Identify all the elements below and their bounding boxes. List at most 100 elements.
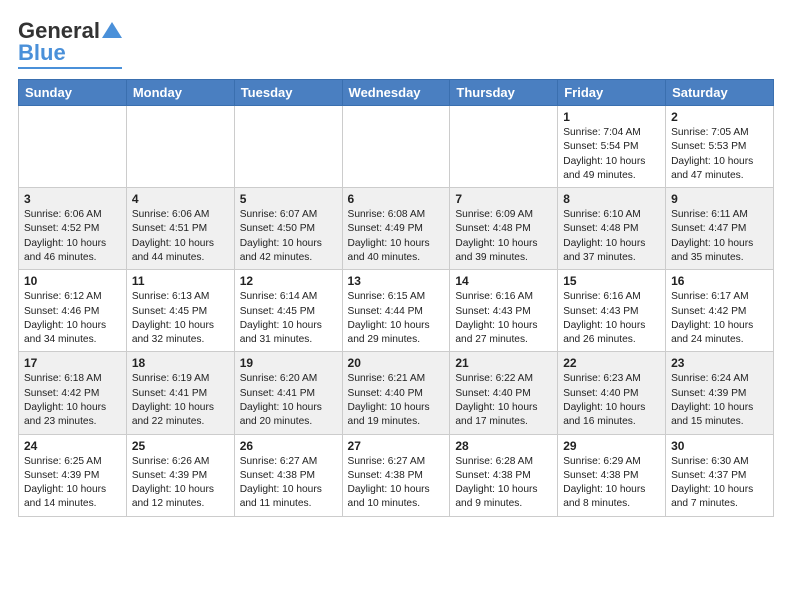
calendar-week-row: 1 Sunrise: 7:04 AM Sunset: 5:54 PM Daylig…: [19, 106, 774, 188]
logo-icon: [102, 22, 122, 38]
logo-underline: [18, 67, 122, 69]
weekday-header: Wednesday: [342, 80, 450, 106]
calendar-header-row: SundayMondayTuesdayWednesdayThursdayFrid…: [19, 80, 774, 106]
day-info: Sunrise: 6:22 AM Sunset: 4:40 PM Dayligh…: [455, 372, 552, 429]
day-info: Sunrise: 6:15 AM Sunset: 4:44 PM Dayligh…: [348, 290, 445, 347]
calendar-cell: 14 Sunrise: 6:16 AM Sunset: 4:43 PM Dayli…: [450, 270, 558, 352]
calendar: SundayMondayTuesdayWednesdayThursdayFrid…: [18, 79, 774, 517]
weekday-header: Saturday: [666, 80, 774, 106]
calendar-cell: 1 Sunrise: 7:04 AM Sunset: 5:54 PM Daylig…: [558, 106, 666, 188]
day-info: Sunrise: 6:16 AM Sunset: 4:43 PM Dayligh…: [455, 290, 552, 347]
day-info: Sunrise: 6:13 AM Sunset: 4:45 PM Dayligh…: [132, 290, 229, 347]
day-info: Sunrise: 6:18 AM Sunset: 4:42 PM Dayligh…: [24, 372, 121, 429]
calendar-cell: 5 Sunrise: 6:07 AM Sunset: 4:50 PM Daylig…: [234, 188, 342, 270]
calendar-cell: 4 Sunrise: 6:06 AM Sunset: 4:51 PM Daylig…: [126, 188, 234, 270]
day-number: 11: [132, 274, 229, 288]
page: General Blue SundayMondayTuesdayWednesda…: [0, 0, 792, 612]
day-info: Sunrise: 6:23 AM Sunset: 4:40 PM Dayligh…: [563, 372, 660, 429]
day-number: 25: [132, 439, 229, 453]
day-number: 9: [671, 192, 768, 206]
calendar-cell: 9 Sunrise: 6:11 AM Sunset: 4:47 PM Daylig…: [666, 188, 774, 270]
weekday-header: Thursday: [450, 80, 558, 106]
calendar-cell: 18 Sunrise: 6:19 AM Sunset: 4:41 PM Dayli…: [126, 352, 234, 434]
day-number: 3: [24, 192, 121, 206]
day-info: Sunrise: 6:10 AM Sunset: 4:48 PM Dayligh…: [563, 208, 660, 265]
day-number: 21: [455, 356, 552, 370]
calendar-cell: 24 Sunrise: 6:25 AM Sunset: 4:39 PM Dayli…: [19, 434, 127, 516]
day-info: Sunrise: 7:04 AM Sunset: 5:54 PM Dayligh…: [563, 126, 660, 183]
day-info: Sunrise: 6:11 AM Sunset: 4:47 PM Dayligh…: [671, 208, 768, 265]
calendar-cell: 10Sunrise: 6:12 AM Sunset: 4:46 PM Dayli…: [19, 270, 127, 352]
day-number: 24: [24, 439, 121, 453]
calendar-cell: 20 Sunrise: 6:21 AM Sunset: 4:40 PM Dayli…: [342, 352, 450, 434]
weekday-header: Friday: [558, 80, 666, 106]
day-number: 27: [348, 439, 445, 453]
day-number: 13: [348, 274, 445, 288]
day-info: Sunrise: 6:14 AM Sunset: 4:45 PM Dayligh…: [240, 290, 337, 347]
calendar-cell: 25 Sunrise: 6:26 AM Sunset: 4:39 PM Dayli…: [126, 434, 234, 516]
day-number: 23: [671, 356, 768, 370]
day-number: 22: [563, 356, 660, 370]
calendar-cell: [450, 106, 558, 188]
day-info: Sunrise: 6:06 AM Sunset: 4:51 PM Dayligh…: [132, 208, 229, 265]
day-info: Sunrise: 6:09 AM Sunset: 4:48 PM Dayligh…: [455, 208, 552, 265]
day-info: Sunrise: 6:19 AM Sunset: 4:41 PM Dayligh…: [132, 372, 229, 429]
day-info: Sunrise: 6:24 AM Sunset: 4:39 PM Dayligh…: [671, 372, 768, 429]
day-number: 4: [132, 192, 229, 206]
day-info: Sunrise: 6:07 AM Sunset: 4:50 PM Dayligh…: [240, 208, 337, 265]
calendar-cell: 23 Sunrise: 6:24 AM Sunset: 4:39 PM Dayli…: [666, 352, 774, 434]
day-info: Sunrise: 6:06 AM Sunset: 4:52 PM Dayligh…: [24, 208, 121, 265]
calendar-cell: 22 Sunrise: 6:23 AM Sunset: 4:40 PM Dayli…: [558, 352, 666, 434]
day-number: 2: [671, 110, 768, 124]
calendar-cell: 2 Sunrise: 7:05 AM Sunset: 5:53 PM Daylig…: [666, 106, 774, 188]
day-number: 10: [24, 274, 121, 288]
day-number: 6: [348, 192, 445, 206]
day-number: 15: [563, 274, 660, 288]
calendar-week-row: 10Sunrise: 6:12 AM Sunset: 4:46 PM Dayli…: [19, 270, 774, 352]
day-info: Sunrise: 6:27 AM Sunset: 4:38 PM Dayligh…: [348, 455, 445, 512]
calendar-cell: [19, 106, 127, 188]
day-number: 29: [563, 439, 660, 453]
calendar-cell: [234, 106, 342, 188]
day-info: Sunrise: 6:21 AM Sunset: 4:40 PM Dayligh…: [348, 372, 445, 429]
calendar-cell: [126, 106, 234, 188]
day-number: 17: [24, 356, 121, 370]
weekday-header: Sunday: [19, 80, 127, 106]
calendar-cell: 16 Sunrise: 6:17 AM Sunset: 4:42 PM Dayli…: [666, 270, 774, 352]
day-number: 28: [455, 439, 552, 453]
day-info: Sunrise: 7:05 AM Sunset: 5:53 PM Dayligh…: [671, 126, 768, 183]
day-info: Sunrise: 6:20 AM Sunset: 4:41 PM Dayligh…: [240, 372, 337, 429]
calendar-cell: 15 Sunrise: 6:16 AM Sunset: 4:43 PM Dayli…: [558, 270, 666, 352]
calendar-cell: 28Sunrise: 6:28 AM Sunset: 4:38 PM Dayli…: [450, 434, 558, 516]
calendar-cell: 17 Sunrise: 6:18 AM Sunset: 4:42 PM Dayli…: [19, 352, 127, 434]
day-number: 14: [455, 274, 552, 288]
day-number: 20: [348, 356, 445, 370]
day-number: 30: [671, 439, 768, 453]
day-number: 16: [671, 274, 768, 288]
day-info: Sunrise: 6:26 AM Sunset: 4:39 PM Dayligh…: [132, 455, 229, 512]
calendar-week-row: 3 Sunrise: 6:06 AM Sunset: 4:52 PM Daylig…: [19, 188, 774, 270]
calendar-cell: 26Sunrise: 6:27 AM Sunset: 4:38 PM Dayli…: [234, 434, 342, 516]
day-info: Sunrise: 6:08 AM Sunset: 4:49 PM Dayligh…: [348, 208, 445, 265]
day-number: 26: [240, 439, 337, 453]
calendar-cell: 7 Sunrise: 6:09 AM Sunset: 4:48 PM Daylig…: [450, 188, 558, 270]
weekday-header: Monday: [126, 80, 234, 106]
day-number: 5: [240, 192, 337, 206]
calendar-week-row: 24 Sunrise: 6:25 AM Sunset: 4:39 PM Dayli…: [19, 434, 774, 516]
day-info: Sunrise: 6:25 AM Sunset: 4:39 PM Dayligh…: [24, 455, 121, 512]
day-number: 7: [455, 192, 552, 206]
day-info: Sunrise: 6:16 AM Sunset: 4:43 PM Dayligh…: [563, 290, 660, 347]
day-number: 18: [132, 356, 229, 370]
day-number: 1: [563, 110, 660, 124]
calendar-cell: 21 Sunrise: 6:22 AM Sunset: 4:40 PM Dayli…: [450, 352, 558, 434]
day-number: 19: [240, 356, 337, 370]
calendar-cell: 30Sunrise: 6:30 AM Sunset: 4:37 PM Dayli…: [666, 434, 774, 516]
calendar-cell: 3 Sunrise: 6:06 AM Sunset: 4:52 PM Daylig…: [19, 188, 127, 270]
calendar-cell: [342, 106, 450, 188]
logo: General Blue: [18, 18, 122, 69]
day-info: Sunrise: 6:17 AM Sunset: 4:42 PM Dayligh…: [671, 290, 768, 347]
day-info: Sunrise: 6:29 AM Sunset: 4:38 PM Dayligh…: [563, 455, 660, 512]
calendar-cell: 11 Sunrise: 6:13 AM Sunset: 4:45 PM Dayli…: [126, 270, 234, 352]
day-number: 12: [240, 274, 337, 288]
calendar-cell: 8Sunrise: 6:10 AM Sunset: 4:48 PM Daylig…: [558, 188, 666, 270]
